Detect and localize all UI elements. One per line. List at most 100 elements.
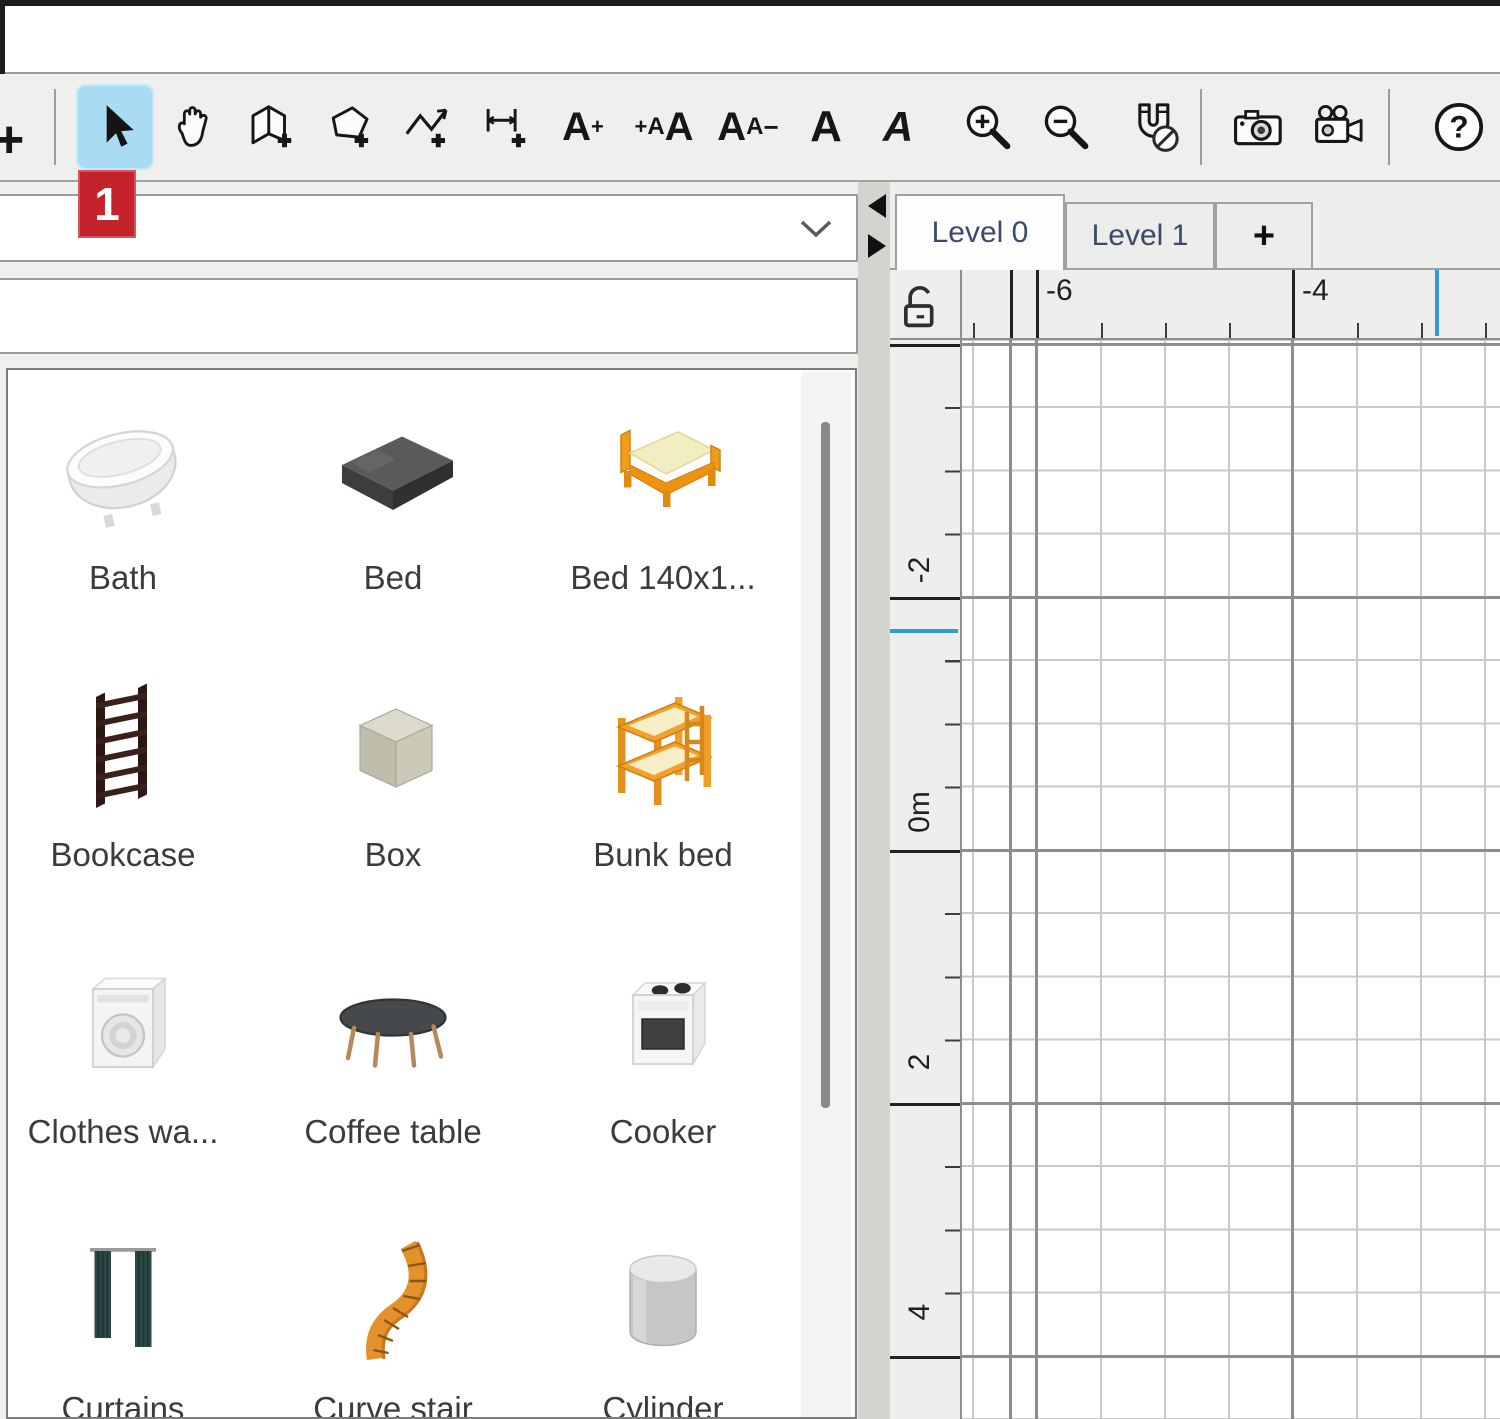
step-annotation-badge: 1 <box>78 170 136 238</box>
vertical-ruler: -2 0m 2 4 6 <box>890 340 962 1419</box>
clipped-plus-icon: + <box>0 110 24 170</box>
zoom-in-icon <box>960 100 1014 154</box>
catalog-item-cylinder[interactable]: Cylinder <box>548 1219 778 1419</box>
catalog-item-label: Coffee table <box>278 1113 508 1151</box>
catalog-item-label: Bath <box>8 559 238 597</box>
pan-tool-button[interactable] <box>154 84 232 170</box>
ruler-label: 0m <box>903 791 937 833</box>
catalog-item-cooker[interactable]: Cooker <box>548 942 778 1219</box>
search-input[interactable] <box>0 278 858 354</box>
bookcase-icon <box>48 673 198 823</box>
increase-text-size-button[interactable]: +AA <box>622 84 706 170</box>
catalog-item-box[interactable]: Box <box>278 665 508 942</box>
catalog-item-curve-stair[interactable]: Curve stair <box>278 1219 508 1419</box>
clothes-washer-icon <box>48 950 198 1100</box>
clipped-tool-button[interactable]: + <box>0 84 48 170</box>
application-window: + <box>0 0 1500 1419</box>
hand-icon <box>167 101 219 153</box>
bold-button[interactable]: A <box>790 84 862 170</box>
catalog-item-label: Bed <box>278 559 508 597</box>
decrease-big-a: A <box>717 107 746 147</box>
collapse-left-icon[interactable] <box>868 194 886 218</box>
catalog-item-label: Cylinder <box>548 1390 778 1419</box>
plan-panel: Level 0 Level 1 + -6 -4 -2 0m 2 4 6 <box>890 182 1500 1419</box>
create-polylines-button[interactable] <box>388 84 466 170</box>
ruler-corner <box>890 270 962 340</box>
catalog-item-label: Bunk bed <box>548 836 778 874</box>
toggle-magnetism-button[interactable] <box>1116 84 1194 170</box>
create-photo-button[interactable] <box>1220 84 1298 170</box>
toolbar-separator <box>1200 89 1202 165</box>
cursor-position-indicator-x <box>1435 270 1439 336</box>
create-walls-icon <box>244 100 298 154</box>
zoom-in-button[interactable] <box>948 84 1026 170</box>
catalog-item-label: Box <box>278 836 508 874</box>
catalog-item-curtains[interactable]: Curtains <box>8 1219 238 1419</box>
collapse-right-icon[interactable] <box>868 234 886 258</box>
chevron-down-icon <box>798 216 834 240</box>
bunk-bed-icon <box>588 673 738 823</box>
ruler-label: -2 <box>903 557 937 584</box>
decrease-text-size-button[interactable]: AA− <box>706 84 790 170</box>
video-camera-icon <box>1310 100 1370 154</box>
tab-label: Level 1 <box>1092 219 1189 253</box>
tab-level-1[interactable]: Level 1 <box>1065 202 1215 270</box>
create-video-button[interactable] <box>1298 84 1382 170</box>
create-dimensions-icon <box>478 100 532 154</box>
catalog-scrollbar-thumb[interactable] <box>821 422 830 1108</box>
select-tool-button[interactable] <box>76 84 154 170</box>
italic-button[interactable]: A <box>862 84 934 170</box>
catalog-item-coffee-table[interactable]: Coffee table <box>278 942 508 1219</box>
zoom-out-button[interactable] <box>1026 84 1104 170</box>
toolbar-separator <box>54 89 56 165</box>
ruler-label: -6 <box>1046 274 1073 308</box>
catalog-item-label: Curtains <box>8 1390 238 1419</box>
decrease-minus: − <box>764 114 779 140</box>
panel-splitter[interactable] <box>858 182 890 1419</box>
menu-bar <box>5 6 1500 74</box>
cylinder-icon <box>588 1227 738 1377</box>
catalog-item-clothes-washer[interactable]: Clothes wa... <box>8 942 238 1219</box>
toolbar-separator <box>1388 89 1390 165</box>
bed-icon <box>318 396 468 546</box>
catalog-item-label: Cooker <box>548 1113 778 1151</box>
add-level-tab[interactable]: + <box>1215 202 1313 270</box>
curve-stair-icon <box>318 1227 468 1377</box>
catalog-item-label: Curve stair <box>278 1390 508 1419</box>
cursor-position-indicator-y <box>890 629 958 633</box>
create-rooms-icon <box>322 100 376 154</box>
furniture-grid: Bath Bed <box>8 388 778 1419</box>
increase-small-a: A <box>647 115 664 139</box>
svg-text:?: ? <box>1449 109 1468 145</box>
padlock-open-icon[interactable] <box>896 278 948 334</box>
select-arrow-icon <box>90 100 140 154</box>
increase-big-a: A <box>665 107 694 147</box>
help-button[interactable]: ? <box>1420 84 1498 170</box>
magnetism-off-icon <box>1127 99 1183 155</box>
bold-icon: A <box>810 105 842 149</box>
create-dimensions-button[interactable] <box>466 84 544 170</box>
toolbar: + <box>0 74 1500 182</box>
tab-level-0[interactable]: Level 0 <box>895 194 1065 270</box>
add-text-a: A <box>562 107 591 147</box>
catalog-item-bookcase[interactable]: Bookcase <box>8 665 238 942</box>
horizontal-ruler: -6 -4 <box>962 270 1500 340</box>
italic-icon: A <box>883 106 913 148</box>
catalog-item-bunk-bed[interactable]: Bunk bed <box>548 665 778 942</box>
add-text-button[interactable]: A+ <box>544 84 622 170</box>
catalog-item-double-bed[interactable]: Bed 140x1... <box>548 388 778 665</box>
cooker-icon <box>588 950 738 1100</box>
ruler-label: 4 <box>903 1304 937 1321</box>
help-icon: ? <box>1431 99 1487 155</box>
curtains-icon <box>48 1227 198 1377</box>
create-rooms-button[interactable] <box>310 84 388 170</box>
camera-icon <box>1230 100 1288 154</box>
catalog-item-bed[interactable]: Bed <box>278 388 508 665</box>
plan-canvas[interactable] <box>962 340 1500 1419</box>
catalog-item-bath[interactable]: Bath <box>8 388 238 665</box>
furniture-catalog-panel: Bath Bed <box>6 368 857 1419</box>
add-text-plus: + <box>591 116 604 138</box>
catalog-scrollbar-track[interactable] <box>801 372 851 1417</box>
catalog-item-label: Bookcase <box>8 836 238 874</box>
create-walls-button[interactable] <box>232 84 310 170</box>
